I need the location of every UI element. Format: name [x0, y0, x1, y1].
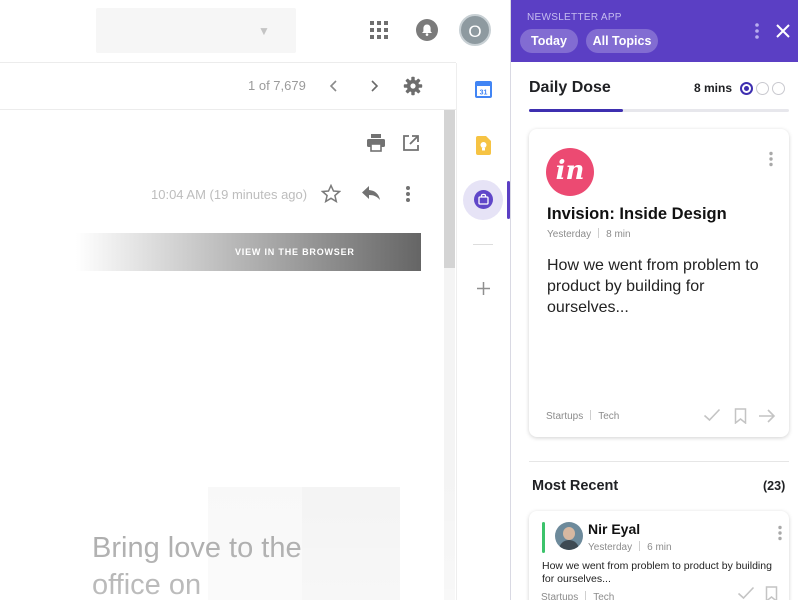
chip-all-topics[interactable]: All Topics [586, 29, 658, 53]
item-when: Yesterday [588, 542, 633, 553]
item-author[interactable]: Nir Eyal [588, 521, 640, 537]
tag[interactable]: Startups [541, 592, 578, 600]
view-in-browser-banner[interactable]: VIEW IN THE BROWSER [76, 233, 421, 271]
bookmark-icon[interactable] [734, 408, 747, 424]
bag-icon[interactable] [474, 190, 493, 209]
bookmark-icon[interactable] [765, 586, 778, 600]
apps-icon[interactable] [370, 21, 388, 39]
tag-separator [585, 591, 587, 600]
close-icon[interactable] [775, 23, 791, 39]
newsletter-panel: NEWSLETTER APP Today All Topics Daily Do… [510, 0, 798, 600]
topbar-divider [0, 62, 456, 63]
most-recent-title: Most Recent [532, 478, 619, 494]
chevron-left-icon[interactable] [328, 79, 340, 93]
invision-logo: in [546, 148, 594, 196]
unread-accent-bar [542, 522, 545, 553]
keep-icon[interactable] [476, 136, 491, 155]
check-icon[interactable] [703, 408, 721, 422]
open-in-new-icon[interactable] [402, 134, 420, 152]
pager-count: 1 of 7,679 [248, 78, 306, 93]
tag[interactable]: Startups [546, 411, 583, 422]
most-recent-count: (23) [763, 479, 786, 493]
section-divider [529, 461, 789, 462]
daily-dose-mins: 8 mins [694, 81, 733, 95]
search-box[interactable]: ▼ [96, 8, 296, 53]
tag-separator [590, 410, 592, 420]
check-icon[interactable] [737, 586, 755, 600]
reading-progress-track [529, 109, 789, 112]
gear-icon[interactable] [403, 76, 423, 96]
featured-newsletter-card[interactable]: in Invision: Inside Design Yesterday 8 mi… [529, 129, 789, 437]
tag[interactable]: Tech [598, 411, 619, 422]
toolbar-divider [0, 109, 456, 110]
calendar-icon[interactable]: 31 [475, 81, 492, 98]
chip-today[interactable]: Today [520, 29, 578, 53]
more-vert-icon[interactable] [754, 22, 760, 40]
reply-icon[interactable] [361, 185, 381, 201]
message-timestamp: 10:04 AM (19 minutes ago) [151, 187, 308, 202]
featured-tags: Startups Tech [546, 410, 619, 422]
account-avatar[interactable]: O [459, 14, 491, 46]
arrow-right-icon[interactable] [758, 409, 776, 423]
more-vert-icon[interactable] [777, 525, 783, 541]
daily-dose-title: Daily Dose [529, 79, 611, 96]
app-name: NEWSLETTER APP [527, 12, 622, 23]
more-vert-icon[interactable] [405, 185, 411, 203]
meta-separator [639, 541, 641, 551]
gmail-window: ▼ 1 of 7,679 10:04 AM (19 minutes ago) V… [0, 0, 456, 600]
reading-progress-fill [529, 109, 623, 112]
calendar-day: 31 [480, 90, 488, 97]
featured-read-time: 8 min [606, 229, 631, 240]
page-dot-2[interactable] [756, 82, 769, 95]
tag[interactable]: Tech [593, 592, 614, 600]
bell-icon[interactable] [416, 19, 438, 41]
search-options-caret[interactable]: ▼ [258, 24, 270, 38]
item-summary: How we went from problem to product by b… [542, 560, 772, 585]
page-dot-3[interactable] [772, 82, 785, 95]
item-tags: Startups Tech [541, 591, 614, 600]
featured-title[interactable]: Invision: Inside Design [547, 205, 727, 224]
list-item[interactable]: Nir Eyal Yesterday 6 min How we went from… [529, 511, 789, 600]
panel-header: NEWSLETTER APP Today All Topics [511, 0, 798, 62]
print-icon[interactable] [366, 134, 386, 152]
featured-when: Yesterday [547, 229, 592, 240]
meta-separator [598, 228, 600, 238]
scrollbar-thumb[interactable] [444, 110, 455, 268]
featured-summary: How we went from problem to product by b… [547, 257, 759, 316]
view-in-browser-label: VIEW IN THE BROWSER [235, 247, 355, 257]
avatar [555, 522, 583, 550]
page-dot-1[interactable] [740, 82, 753, 95]
featured-meta: Yesterday 8 min [547, 228, 631, 240]
item-meta: Yesterday 6 min [588, 541, 672, 553]
plus-icon[interactable] [476, 281, 491, 296]
promo-heading: Bring love to the office on [92, 532, 302, 600]
chevron-right-icon[interactable] [368, 79, 380, 93]
rail-divider [473, 244, 493, 245]
item-read-time: 6 min [647, 542, 672, 553]
star-icon[interactable] [321, 184, 341, 203]
more-vert-icon[interactable] [768, 151, 774, 167]
